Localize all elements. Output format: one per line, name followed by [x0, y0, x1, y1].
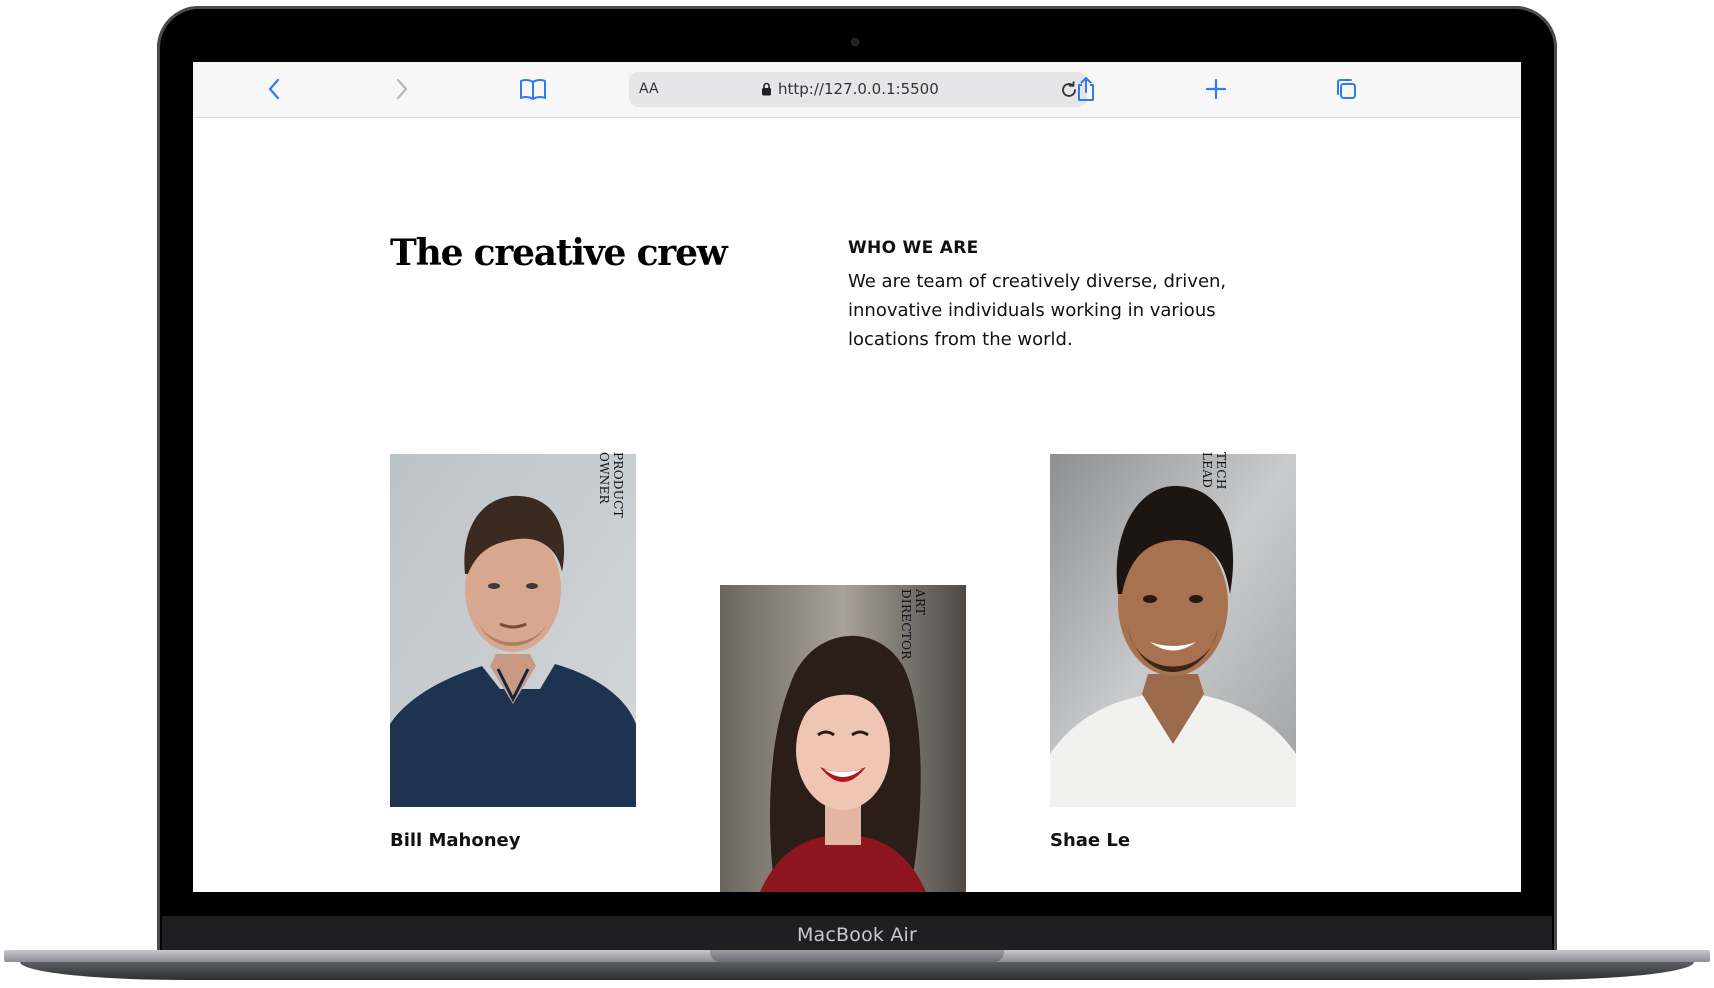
page-title: The creative crew — [390, 232, 728, 274]
url-display[interactable]: http://127.0.0.1:5500 — [761, 80, 939, 98]
lid-notch — [710, 950, 1004, 962]
intro-paragraph: We are team of creatively diverse, drive… — [848, 271, 1227, 350]
role-label-product-owner: PRODUCT OWNER — [597, 452, 625, 518]
new-tab-plus-icon[interactable] — [1200, 73, 1232, 105]
back-chevron-icon[interactable] — [258, 73, 290, 105]
section-kicker: WHO WE ARE — [848, 238, 979, 258]
url-text: http://127.0.0.1:5500 — [778, 80, 939, 98]
team-photo-art-director — [720, 585, 966, 892]
tabs-overview-icon[interactable] — [1330, 73, 1362, 105]
member-name-shae: Shae Le — [1050, 830, 1131, 851]
lock-icon — [762, 82, 771, 96]
role-label-tech-lead: TECH LEAD — [1200, 452, 1228, 490]
address-bar[interactable]: AA http://127.0.0.1:5500 — [629, 72, 1087, 107]
laptop-base — [0, 950, 1714, 988]
camera-icon — [851, 38, 859, 46]
browser-window: AA http://127.0.0.1:5500 The creative cr… — [193, 62, 1521, 892]
team-photo-bill — [390, 454, 636, 807]
bookmarks-book-icon[interactable] — [517, 73, 549, 105]
role-label-art-director: ART DIRECTOR — [899, 589, 927, 660]
share-icon[interactable] — [1070, 73, 1102, 105]
browser-toolbar: AA http://127.0.0.1:5500 — [193, 62, 1521, 118]
member-name-bill: Bill Mahoney — [390, 830, 521, 851]
device-model-label: MacBook Air — [796, 924, 918, 946]
text-size-button[interactable]: AA — [639, 81, 659, 97]
forward-chevron-icon[interactable] — [386, 73, 418, 105]
team-photo-shae — [1050, 454, 1296, 807]
base-bottom-edge — [20, 962, 1694, 980]
